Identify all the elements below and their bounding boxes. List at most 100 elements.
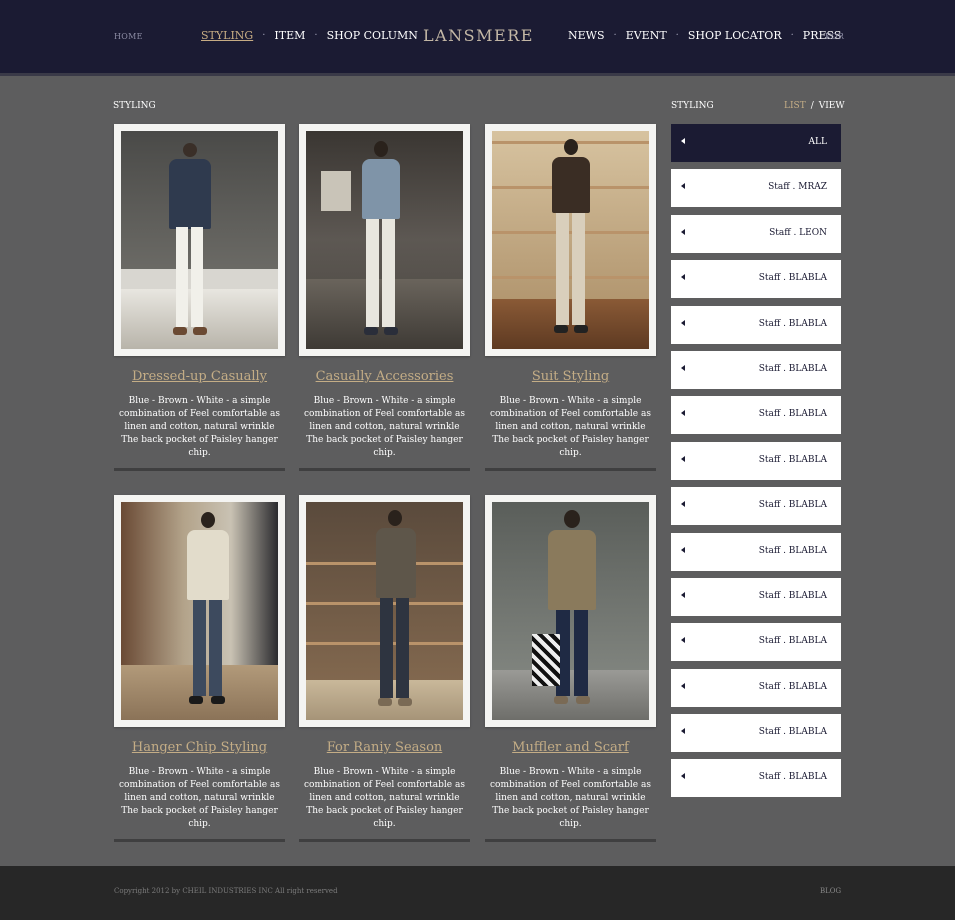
arrow-left-icon bbox=[681, 637, 685, 644]
staff-filter-label: Staff . BLABLA bbox=[758, 273, 827, 284]
staff-filter-list: ALL Staff . MRAZ Staff . LEON Staff . BL… bbox=[671, 124, 841, 805]
card-divider bbox=[114, 468, 285, 471]
staff-filter-label: Staff . BLABLA bbox=[758, 363, 827, 374]
home-link[interactable]: HOME bbox=[114, 32, 143, 41]
nav-news[interactable]: NEWS bbox=[568, 29, 605, 42]
card-title[interactable]: Casually Accessories bbox=[299, 369, 470, 384]
styling-photo bbox=[492, 131, 649, 349]
styling-card: For Raniy Season Blue - Brown - White - … bbox=[299, 495, 470, 842]
photo-frame[interactable] bbox=[485, 124, 656, 356]
styling-card: Suit Styling Blue - Brown - White - a si… bbox=[485, 124, 656, 471]
staff-filter-item[interactable]: Staff . LEON bbox=[671, 214, 841, 253]
staff-filter-label: Staff . BLABLA bbox=[758, 772, 827, 783]
site-footer: Copyright 2012 by CHEIL INDUSTRIES INC A… bbox=[0, 866, 955, 920]
nav-shop-column[interactable]: SHOP COLUMN bbox=[327, 29, 418, 42]
list-view-toggle[interactable]: LIST bbox=[784, 101, 806, 111]
staff-filter-item[interactable]: Staff . MRAZ bbox=[671, 169, 841, 208]
card-description: Blue - Brown - White - a simple combinat… bbox=[119, 767, 280, 829]
arrow-left-icon bbox=[681, 546, 685, 553]
staff-filter-label: Staff . BLABLA bbox=[758, 454, 827, 465]
card-title[interactable]: Muffler and Scarf bbox=[485, 740, 656, 755]
card-divider bbox=[114, 839, 285, 842]
card-divider bbox=[299, 468, 470, 471]
card-title[interactable]: Suit Styling bbox=[485, 369, 656, 384]
card-description: Blue - Brown - White - a simple combinat… bbox=[119, 396, 280, 458]
arrow-left-icon bbox=[681, 228, 685, 235]
nav-event[interactable]: EVENT bbox=[626, 29, 667, 42]
staff-filter-item[interactable]: Staff . BLABLA bbox=[671, 396, 841, 435]
staff-filter-label: Staff . BLABLA bbox=[758, 636, 827, 647]
staff-filter-item[interactable]: Staff . BLABLA bbox=[671, 668, 841, 707]
copyright-text: Copyright 2012 by CHEIL INDUSTRIES INC A… bbox=[114, 887, 338, 895]
staff-filter-item[interactable]: Staff . BLABLA bbox=[671, 577, 841, 616]
section-title: STYLING bbox=[113, 101, 156, 111]
staff-filter-item[interactable]: Staff . BLABLA bbox=[671, 532, 841, 571]
staff-filter-all[interactable]: ALL bbox=[671, 124, 841, 162]
nav-right: NEWS · EVENT · SHOP LOCATOR · PRESS bbox=[568, 29, 841, 42]
arrow-left-icon bbox=[681, 183, 685, 190]
photo-frame[interactable] bbox=[114, 124, 285, 356]
language-link[interactable]: KOR bbox=[825, 32, 844, 41]
grid-view-toggle[interactable]: VIEW bbox=[819, 101, 845, 111]
nav-left: STYLING · ITEM · SHOP COLUMN bbox=[201, 29, 418, 42]
nav-item[interactable]: ITEM bbox=[274, 29, 305, 42]
staff-filter-label: Staff . LEON bbox=[769, 227, 827, 238]
staff-filter-item[interactable]: Staff . BLABLA bbox=[671, 260, 841, 299]
view-toggle: LIST / VIEW bbox=[784, 101, 845, 111]
blog-link[interactable]: BLOG bbox=[820, 887, 841, 895]
nav-separator: · bbox=[790, 30, 794, 41]
staff-filter-label: ALL bbox=[808, 137, 827, 147]
nav-styling[interactable]: STYLING bbox=[201, 29, 253, 42]
arrow-left-icon bbox=[681, 364, 685, 371]
styling-card: Hanger Chip Styling Blue - Brown - White… bbox=[114, 495, 285, 842]
arrow-left-icon bbox=[681, 138, 685, 144]
nav-separator: · bbox=[613, 30, 617, 41]
arrow-left-icon bbox=[681, 591, 685, 598]
staff-filter-label: Staff . BLABLA bbox=[758, 681, 827, 692]
staff-filter-item[interactable]: Staff . BLABLA bbox=[671, 759, 841, 798]
arrow-left-icon bbox=[681, 682, 685, 689]
nav-shop-locator[interactable]: SHOP LOCATOR bbox=[688, 29, 782, 42]
arrow-left-icon bbox=[681, 455, 685, 462]
staff-filter-label: Staff . BLABLA bbox=[758, 409, 827, 420]
staff-filter-item[interactable]: Staff . BLABLA bbox=[671, 441, 841, 480]
photo-frame[interactable] bbox=[485, 495, 656, 727]
arrow-left-icon bbox=[681, 410, 685, 417]
card-description: Blue - Brown - White - a simple combinat… bbox=[490, 396, 651, 458]
staff-filter-item[interactable]: Staff . BLABLA bbox=[671, 714, 841, 753]
photo-frame[interactable] bbox=[114, 495, 285, 727]
card-description: Blue - Brown - White - a simple combinat… bbox=[304, 396, 465, 458]
card-title[interactable]: Dressed-up Casually bbox=[114, 369, 285, 384]
card-description: Blue - Brown - White - a simple combinat… bbox=[304, 767, 465, 829]
styling-photo bbox=[492, 502, 649, 720]
staff-filter-label: Staff . BLABLA bbox=[758, 545, 827, 556]
nav-separator: · bbox=[675, 30, 679, 41]
brand-logo[interactable]: LANSMERE bbox=[423, 26, 534, 45]
photo-frame[interactable] bbox=[299, 124, 470, 356]
arrow-left-icon bbox=[681, 773, 685, 780]
staff-filter-item[interactable]: Staff . BLABLA bbox=[671, 623, 841, 662]
styling-card: Dressed-up Casually Blue - Brown - White… bbox=[114, 124, 285, 471]
card-divider bbox=[299, 839, 470, 842]
site-header: HOME STYLING · ITEM · SHOP COLUMN LANSME… bbox=[0, 0, 955, 76]
staff-filter-label: Staff . BLABLA bbox=[758, 590, 827, 601]
nav-separator: · bbox=[262, 30, 266, 41]
sidebar-title: STYLING bbox=[671, 101, 714, 111]
nav-separator: · bbox=[314, 30, 318, 41]
staff-filter-item[interactable]: Staff . BLABLA bbox=[671, 305, 841, 344]
staff-filter-label: Staff . BLABLA bbox=[758, 318, 827, 329]
card-description: Blue - Brown - White - a simple combinat… bbox=[490, 767, 651, 829]
staff-filter-label: Staff . MRAZ bbox=[768, 182, 827, 193]
photo-frame[interactable] bbox=[299, 495, 470, 727]
staff-filter-item[interactable]: Staff . BLABLA bbox=[671, 350, 841, 389]
arrow-left-icon bbox=[681, 728, 685, 735]
card-title[interactable]: For Raniy Season bbox=[299, 740, 470, 755]
styling-card: Muffler and Scarf Blue - Brown - White -… bbox=[485, 495, 656, 842]
arrow-left-icon bbox=[681, 501, 685, 508]
arrow-left-icon bbox=[681, 319, 685, 326]
card-divider bbox=[485, 468, 656, 471]
staff-filter-label: Staff . BLABLA bbox=[758, 727, 827, 738]
card-title[interactable]: Hanger Chip Styling bbox=[114, 740, 285, 755]
staff-filter-item[interactable]: Staff . BLABLA bbox=[671, 487, 841, 526]
arrow-left-icon bbox=[681, 274, 685, 281]
